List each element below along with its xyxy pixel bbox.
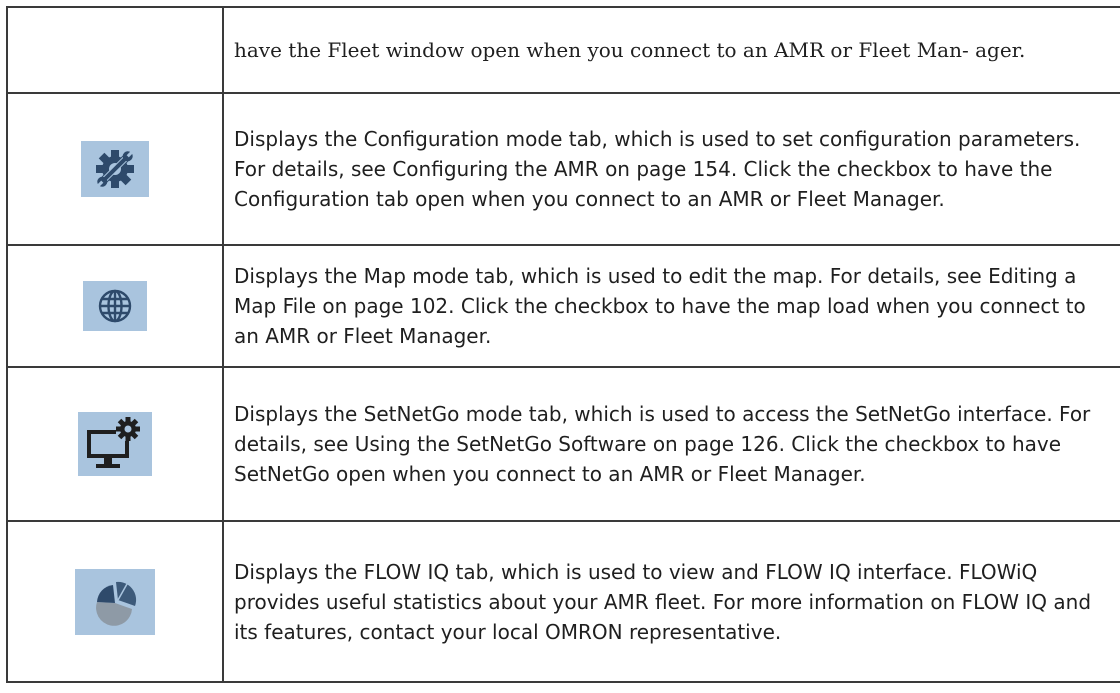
configuration-icon: [81, 141, 149, 197]
pie-chart-icon: [75, 568, 155, 635]
table-row: have the Fleet window open when you conn…: [6, 6, 1120, 94]
icon-cell: [6, 520, 224, 683]
table-row: Displays the Configuration mode tab, whi…: [6, 92, 1120, 246]
row-text-setnetgo: Displays the SetNetGo mode tab, which is…: [234, 402, 1091, 486]
description-cell: Displays the FLOW IQ tab, which is used …: [222, 520, 1120, 683]
table-row: Displays the FLOW IQ tab, which is used …: [6, 520, 1120, 683]
row-text-configuration: Displays the Configuration mode tab, whi…: [234, 127, 1081, 211]
row-text-map: Displays the Map mode tab, which is used…: [234, 264, 1086, 348]
icon-cell-empty: [6, 6, 224, 94]
table-row: Displays the SetNetGo mode tab, which is…: [6, 366, 1120, 522]
row-text-fleet: have the Fleet window open when you conn…: [234, 37, 1026, 62]
icon-cell: [6, 92, 224, 246]
row-text-flowiq: Displays the FLOW IQ tab, which is used …: [234, 559, 1092, 644]
icon-cell: [6, 366, 224, 522]
monitor-gear-icon: [78, 412, 152, 476]
icon-cell: [6, 244, 224, 368]
feature-table: have the Fleet window open when you conn…: [6, 6, 1120, 683]
table-row: Displays the Map mode tab, which is used…: [6, 244, 1120, 368]
description-cell: have the Fleet window open when you conn…: [222, 6, 1120, 94]
description-cell: Displays the Configuration mode tab, whi…: [222, 92, 1120, 246]
description-cell: Displays the SetNetGo mode tab, which is…: [222, 366, 1120, 522]
globe-icon: [83, 281, 147, 331]
description-cell: Displays the Map mode tab, which is used…: [222, 244, 1120, 368]
